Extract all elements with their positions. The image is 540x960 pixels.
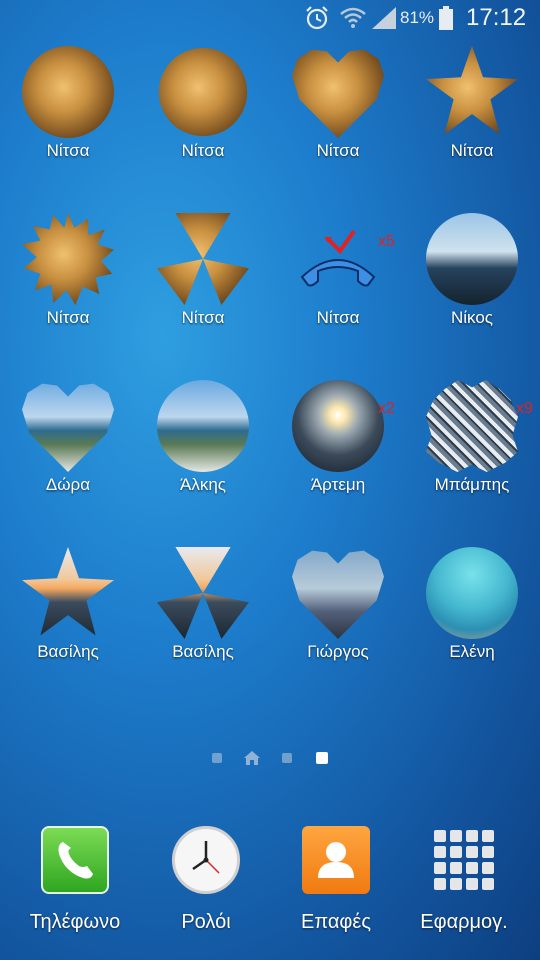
- contact-label: Γιώργος: [307, 642, 369, 661]
- contact-label: Νίτσα: [450, 141, 494, 160]
- contact-shortcut[interactable]: Άλκης: [135, 380, 269, 540]
- contact-label: Ελένη: [449, 642, 495, 661]
- battery-icon: [438, 4, 458, 32]
- dock-label: Τηλέφωνο: [29, 911, 121, 933]
- battery-percent: 81%: [400, 8, 435, 27]
- dock-apps[interactable]: Εφαρμογ.: [404, 826, 524, 946]
- contact-shortcut[interactable]: Νίτσα: [135, 213, 269, 373]
- contact-shortcut[interactable]: Ελένη: [404, 547, 538, 707]
- clock-time: 17:12: [466, 4, 527, 31]
- contact-shortcut[interactable]: Δώρα: [0, 380, 134, 540]
- contact-shortcut[interactable]: Βασίλης: [135, 547, 269, 707]
- dock-clock[interactable]: Ρολόι: [146, 826, 266, 946]
- contact-label: Νίτσα: [316, 141, 360, 160]
- contact-shortcut[interactable]: Γιώργος: [270, 547, 404, 707]
- contact-label: Βασίλης: [172, 642, 234, 661]
- contact-label: Δώρα: [45, 475, 91, 494]
- dock-phone[interactable]: Τηλέφωνο: [15, 826, 135, 946]
- dock-label: Επαφές: [301, 911, 371, 933]
- contact-photo: [292, 550, 384, 639]
- apps-grid-icon: [430, 826, 498, 894]
- phone-icon: [41, 826, 109, 894]
- missed-call-badge: x5: [378, 233, 395, 250]
- contact-photo: [22, 383, 114, 472]
- contact-label: Άρτεμη: [310, 475, 366, 494]
- status-bar: 81% 17:12: [0, 0, 540, 36]
- contact-shortcut[interactable]: Νίτσα: [0, 213, 134, 373]
- contact-shortcut[interactable]: Νίτσα: [404, 46, 538, 206]
- contact-photo: [426, 213, 518, 305]
- contact-shortcut[interactable]: Βασίλης: [0, 547, 134, 707]
- page-dot-active[interactable]: [316, 752, 328, 764]
- contact-shortcut[interactable]: x9 Μπάμπης: [404, 380, 538, 540]
- contact-photo: [157, 213, 249, 305]
- clock-icon: [172, 826, 240, 894]
- contact-label: Νίτσα: [46, 308, 90, 327]
- contact-photo: [426, 380, 518, 472]
- contact-photo: [157, 380, 249, 472]
- contact-photo: [292, 49, 384, 138]
- missed-call-badge: x9: [516, 400, 533, 417]
- contact-shortcut[interactable]: Νίτσα: [270, 46, 404, 206]
- contact-shortcut[interactable]: Νίκος: [404, 213, 538, 373]
- contact-photo: [426, 46, 518, 135]
- contact-photo: [426, 547, 518, 639]
- missed-call-icon: [292, 213, 384, 305]
- contact-photo: [158, 47, 248, 137]
- page-dot[interactable]: [282, 753, 292, 763]
- contact-shortcut[interactable]: Νίτσα: [0, 46, 134, 206]
- dock-label: Ρολόι: [181, 911, 231, 933]
- contact-shortcut[interactable]: x5 Νίτσα: [270, 213, 404, 373]
- alarm-icon: [304, 4, 332, 32]
- contact-photo: [22, 46, 114, 138]
- signal-icon: [372, 4, 398, 32]
- contact-shortcut[interactable]: Νίτσα: [135, 46, 269, 206]
- contact-photo: [292, 380, 384, 472]
- contact-photo: [22, 547, 114, 636]
- dock-contacts[interactable]: Επαφές: [276, 826, 396, 946]
- contact-label: Νίκος: [451, 308, 493, 327]
- dock-label: Εφαρμογ.: [420, 911, 508, 933]
- page-indicator: [0, 748, 540, 768]
- contact-label: Νίτσα: [181, 141, 225, 160]
- contacts-icon: [302, 826, 370, 894]
- contact-label: Νίτσα: [316, 308, 360, 327]
- page-dot[interactable]: [212, 753, 222, 763]
- contact-label: Βασίλης: [37, 642, 99, 661]
- contact-photo: [157, 547, 249, 639]
- home-page-icon[interactable]: [243, 750, 261, 766]
- contact-label: Μπάμπης: [434, 475, 510, 494]
- missed-call-badge: x2: [378, 400, 395, 417]
- contact-label: Νίτσα: [181, 308, 225, 327]
- contact-label: Νίτσα: [46, 141, 90, 160]
- contact-shortcut[interactable]: x2 Άρτεμη: [270, 380, 404, 540]
- wifi-icon: [340, 4, 368, 32]
- contact-label: Άλκης: [180, 475, 226, 494]
- contact-photo: [22, 213, 114, 305]
